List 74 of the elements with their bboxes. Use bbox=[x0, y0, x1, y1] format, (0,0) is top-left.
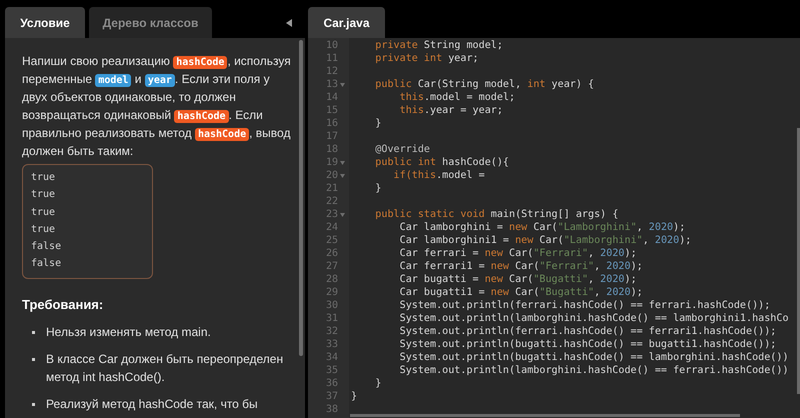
line-number: 37 bbox=[326, 390, 338, 404]
output-example: true true true true false false bbox=[22, 164, 153, 279]
code-line: System.out.println(lamborghini.hashCode() == lamborghini1.hashCo bbox=[398, 313, 789, 324]
collapse-icon[interactable] bbox=[286, 19, 292, 27]
code-line: } bbox=[351, 391, 358, 402]
line-number: 26 bbox=[326, 247, 338, 261]
line-number: 24 bbox=[326, 221, 338, 235]
bullet-icon bbox=[32, 331, 35, 334]
line-number: 13 bbox=[326, 78, 338, 92]
code-line: @Override bbox=[374, 144, 430, 155]
code-line: System.out.println(ferrari.hashCode() == ferrari1.hashCode()); bbox=[398, 326, 776, 337]
code-line: Car lamborghini1 = new Car("Lamborghini", 2020); bbox=[398, 235, 692, 246]
line-number: 12 bbox=[326, 65, 338, 79]
line-number: 29 bbox=[326, 286, 338, 300]
requirement-text: В классе Car должен быть переопределен метод int hashCode(). bbox=[46, 351, 284, 386]
fold-icon[interactable] bbox=[340, 160, 344, 164]
code-line: public Car(String model, int year) { bbox=[374, 79, 594, 90]
panel-tab[interactable]: Условие bbox=[5, 7, 85, 38]
line-number: 23 bbox=[326, 208, 338, 222]
bullet-icon bbox=[32, 358, 35, 362]
line-number: 27 bbox=[326, 260, 338, 274]
line-number: 15 bbox=[326, 104, 338, 118]
line-number: 34 bbox=[326, 351, 338, 365]
code-line: private String model; bbox=[374, 40, 503, 51]
line-number: 33 bbox=[326, 338, 338, 352]
code-line: System.out.println(bugatti.hashCode() == bugatti1.hashCode()); bbox=[398, 339, 776, 350]
line-number: 11 bbox=[326, 52, 338, 66]
line-number: 10 bbox=[326, 39, 338, 53]
line-number: 22 bbox=[326, 195, 338, 209]
code-line: System.out.println(lamborghini.hashCode() == ferrari.hashCode()) bbox=[398, 365, 789, 376]
code-line: } bbox=[374, 118, 382, 129]
requirement-text: Нельзя изменять метод main. bbox=[46, 324, 211, 342]
line-number: 28 bbox=[326, 273, 338, 287]
code-line: Car ferrari1 = new Car("Ferrari", 2020); bbox=[398, 261, 643, 272]
vertical-scrollbar[interactable] bbox=[797, 128, 800, 394]
code-line: if(this.model = bbox=[392, 170, 485, 181]
code-line: public int hashCode(){ bbox=[374, 157, 510, 168]
file-tab[interactable]: Car.java bbox=[308, 7, 385, 38]
line-number: 25 bbox=[326, 234, 338, 248]
code-line: Car lamborghini = new Car("Lamborghini", 2020); bbox=[398, 222, 686, 233]
line-number: 35 bbox=[326, 364, 338, 378]
line-number: 14 bbox=[326, 91, 338, 105]
horizontal-scrollbar[interactable] bbox=[350, 414, 740, 417]
panel-tab[interactable]: Дерево классов bbox=[89, 7, 212, 38]
line-number: 30 bbox=[326, 299, 338, 313]
code-line: private int year; bbox=[374, 53, 479, 64]
line-number: 38 bbox=[326, 403, 338, 417]
code-line: Car bugatti1 = new Car("Bugatti", 2020); bbox=[398, 287, 643, 298]
code-line: } bbox=[374, 183, 382, 194]
code-line: } bbox=[374, 378, 382, 389]
code-line: System.out.println(bugatti.hashCode() == lamborghini.hashCode()) bbox=[398, 352, 789, 363]
bullet-icon bbox=[32, 403, 35, 406]
line-number: 21 bbox=[326, 182, 338, 196]
line-number: 31 bbox=[326, 312, 338, 326]
fold-icon[interactable] bbox=[340, 82, 344, 86]
code-line: Car ferrari = new Car("Ferrari", 2020); bbox=[398, 248, 637, 259]
code-line: this.year = year; bbox=[398, 105, 503, 116]
line-number: 18 bbox=[326, 143, 338, 157]
line-number: 19 bbox=[326, 156, 338, 170]
line-number: 32 bbox=[326, 325, 338, 339]
task-description: Напиши свою реализацию hashCode , используя переменные model и year . Если эти поля у двух объектов одинаковые, то должен возвращаться одинаковый hashCode . Если правильно реализовать метод hashCode , вывод должен быть таким: bbox=[22, 53, 292, 160]
fold-icon[interactable] bbox=[340, 174, 344, 178]
fold-icon[interactable] bbox=[340, 212, 344, 216]
line-number: 16 bbox=[326, 117, 338, 131]
code-line: System.out.println(ferrari.hashCode() == ferrari.hashCode()); bbox=[398, 300, 770, 311]
scrollbar[interactable] bbox=[299, 40, 303, 356]
requirement-text: Реализуй метод hashCode так, что бы bbox=[46, 396, 258, 414]
code-line: public static void main(String[] args) { bbox=[374, 209, 618, 220]
line-number: 20 bbox=[326, 169, 338, 183]
code-line: Car bugatti = new Car("Bugatti", 2020); bbox=[398, 274, 637, 285]
code-line: this.model = model; bbox=[398, 92, 516, 103]
line-number: 17 bbox=[326, 130, 338, 144]
line-number: 36 bbox=[326, 377, 338, 391]
requirements-heading: Требования: bbox=[22, 296, 104, 314]
